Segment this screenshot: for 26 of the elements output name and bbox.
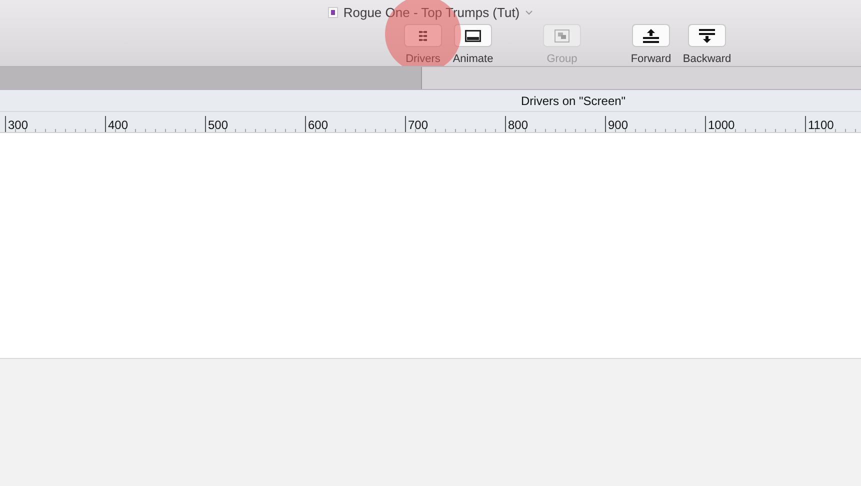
- ruler-label: 1100: [807, 119, 834, 132]
- ruler-label: 600: [307, 119, 328, 132]
- send-backward-icon: [699, 28, 715, 42]
- ruler-label: 400: [107, 119, 128, 132]
- toolbar-button[interactable]: [632, 24, 670, 47]
- bring-forward-icon: [643, 28, 659, 42]
- nodes-icon: [418, 30, 428, 42]
- window-title: Rogue One - Top Trumps (Tut): [343, 4, 520, 20]
- ruler-label: 300: [7, 119, 28, 132]
- ruler-label: 1000: [707, 119, 735, 132]
- panel-title: Drivers on "Screen": [521, 94, 626, 108]
- toolbar-label: Animate: [452, 53, 494, 65]
- ruler-label: 800: [507, 119, 528, 132]
- chevron-icon[interactable]: [524, 10, 533, 14]
- document-icon: [328, 6, 338, 18]
- toolbar-label: Drivers: [406, 53, 440, 65]
- ruler-label: 500: [207, 119, 228, 132]
- toolbar-label: Backward: [682, 53, 732, 65]
- toolbar-button[interactable]: [454, 24, 492, 47]
- timeline-icon: [465, 30, 481, 42]
- toolbar-button[interactable]: [688, 24, 726, 47]
- toolbar-label: Group: [546, 53, 578, 65]
- toolbar-label: Forward: [630, 53, 672, 65]
- ruler-label: 900: [607, 119, 628, 132]
- group-icon: [554, 28, 570, 42]
- ruler-label: 700: [407, 119, 428, 132]
